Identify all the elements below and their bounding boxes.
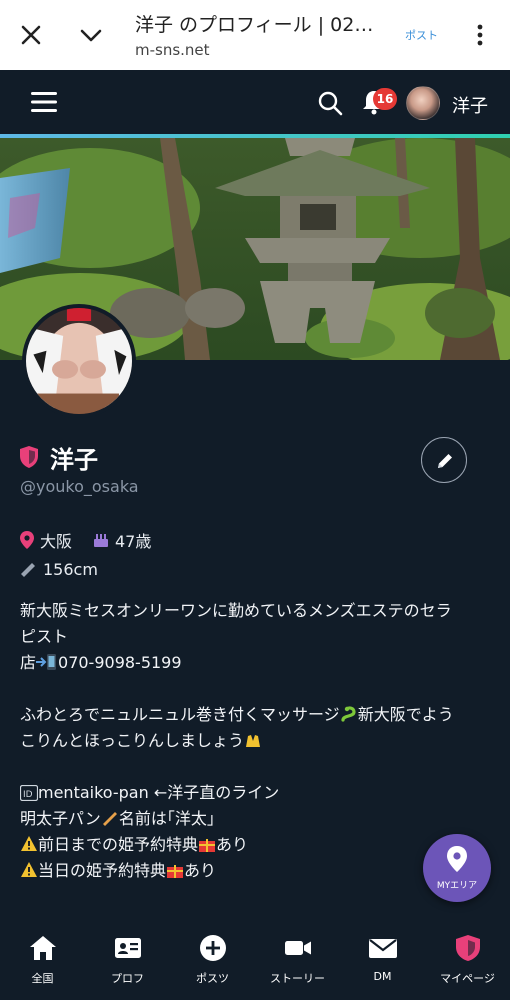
hamburger-menu-icon[interactable] — [30, 90, 58, 114]
bio-line: こりんとほっこりんしましょう — [20, 728, 490, 754]
video-camera-icon — [285, 941, 311, 955]
nav-label: DM — [373, 970, 392, 983]
app-header: 16 洋子 — [0, 70, 510, 134]
location-pin-icon — [447, 846, 467, 872]
nav-label: ストーリー — [270, 972, 325, 985]
post-link[interactable]: ポスト — [405, 27, 438, 43]
bio-text: ふわとろでニュルニュル巻き付くマッサージ — [20, 705, 340, 724]
nav-label: 全国 — [31, 972, 54, 985]
bread-icon — [102, 812, 117, 826]
id-icon: ID — [20, 785, 38, 801]
user-name[interactable]: 洋子 — [452, 92, 488, 118]
nav-item-nationwide[interactable]: 全国 — [0, 920, 85, 1000]
snake-icon — [341, 706, 356, 722]
profile-card-icon — [115, 938, 141, 958]
profile-avatar[interactable] — [22, 304, 136, 418]
close-icon[interactable] — [18, 22, 44, 48]
nav-item-dm[interactable]: DM — [340, 920, 425, 1000]
search-icon[interactable] — [317, 90, 343, 116]
nav-item-mypage[interactable]: マイページ — [425, 920, 510, 1000]
my-area-button[interactable]: MYエリア — [423, 834, 491, 902]
browser-toolbar: 洋子 のプロフィール | 02… m-sns.net ポスト — [0, 0, 510, 70]
gift-icon — [167, 865, 184, 878]
raised-hands-icon — [246, 735, 261, 747]
bio-line: 新大阪ミセスオンリーワンに勤めているメンズエステのセラ — [20, 601, 452, 620]
bio-text: あり — [216, 835, 249, 854]
profile-name: 洋子 — [50, 446, 98, 474]
page-url: m-sns.net — [135, 41, 210, 59]
notification-badge: 16 — [373, 88, 397, 110]
bio-line: 店 070-9098-5199 — [20, 650, 490, 676]
bottom-navigation: 全国 プロフ ポスツ ストーリー DM マイページ — [0, 920, 510, 1000]
bio-line: ふわとろでニュルニュル巻き付くマッサージ 新大阪でよう — [20, 702, 490, 728]
bio-text: 前日までの姫予約特典 — [38, 835, 199, 854]
edit-profile-button[interactable] — [421, 437, 467, 483]
bio-text: mentaiko-pan ←洋子直のライン — [38, 783, 280, 802]
more-options-icon[interactable] — [470, 22, 490, 48]
nav-item-story[interactable]: ストーリー — [255, 920, 340, 1000]
bio-line: 明太子パン 名前は｢洋太｣ — [20, 806, 490, 832]
nav-item-post[interactable]: ポスツ — [170, 920, 255, 1000]
location-text: 大阪 — [40, 532, 73, 551]
age-text: 47歳 — [115, 532, 152, 551]
ruler-icon — [21, 563, 35, 577]
nav-label: マイページ — [440, 972, 495, 985]
location-pin-icon — [20, 531, 34, 549]
nav-item-profile[interactable]: プロフ — [85, 920, 170, 1000]
add-circle-icon — [200, 935, 226, 961]
user-avatar[interactable] — [406, 86, 440, 120]
chevron-down-icon[interactable] — [78, 22, 104, 48]
home-icon — [30, 936, 56, 960]
profile-bio: 新大阪ミセスオンリーワンに勤めているメンズエステのセラ ピスト 店 070-909… — [20, 598, 490, 884]
pencil-icon — [438, 454, 452, 468]
svg-text:ID: ID — [23, 790, 33, 800]
nav-label: プロフ — [111, 972, 144, 985]
bio-line: ピスト — [20, 627, 69, 646]
warning-icon — [21, 862, 37, 877]
cake-icon — [94, 534, 108, 547]
bio-text: 当日の姫予約特典 — [38, 861, 167, 880]
bio-shop-label: 店 — [20, 653, 37, 672]
bio-text: こりんとほっこりんしましょう — [20, 731, 245, 750]
profile-handle: @youko_osaka — [20, 477, 139, 496]
bio-text: 名前は｢洋太｣ — [118, 809, 215, 828]
bio-spacer — [20, 676, 490, 702]
mail-icon — [369, 939, 397, 958]
bio-text: あり — [184, 861, 217, 880]
bio-text: 明太子パン — [20, 809, 101, 828]
nav-label: ポスツ — [196, 972, 229, 985]
bio-phone[interactable]: 070-9098-5199 — [58, 653, 182, 672]
bio-spacer — [20, 754, 490, 780]
my-area-label: MYエリア — [436, 881, 478, 891]
bio-line: 当日の姫予約特典 あり — [20, 858, 490, 884]
shield-icon — [456, 935, 480, 961]
bio-line: ID mentaiko-pan ←洋子直のライン — [20, 780, 490, 806]
shield-icon — [20, 446, 38, 468]
phone-arrow-icon — [36, 654, 57, 670]
bio-line: 前日までの姫予約特典 あり — [20, 832, 490, 858]
warning-icon — [21, 836, 37, 851]
bio-text: 新大阪でよう — [357, 705, 454, 724]
page-title: 洋子 のプロフィール | 02… — [135, 14, 374, 36]
height-text: 156cm — [43, 560, 98, 579]
gift-icon — [199, 839, 216, 852]
